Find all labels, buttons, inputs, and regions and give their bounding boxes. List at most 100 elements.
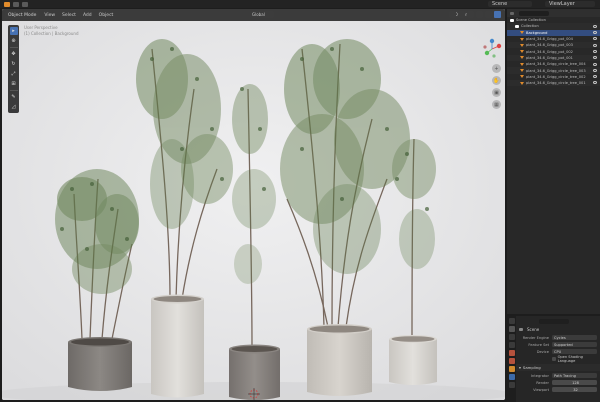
render-engine-row: Render Engine Cycles <box>519 334 597 341</box>
visibility-eye-icon[interactable] <box>593 62 597 66</box>
world-tab-icon[interactable] <box>508 358 515 364</box>
outliner-item-label: plant_34.6_Grigg_pot_004 <box>526 37 573 42</box>
outliner-item-label: plant_34.6_Grigg_circle_tree_003 <box>526 68 586 73</box>
integrator-label: Integrator <box>530 373 549 378</box>
scene-collection-icon <box>510 18 514 22</box>
viewport-header: Object Mode View Select Add Object Globa… <box>2 9 505 21</box>
object-icon <box>520 50 524 54</box>
visibility-eye-icon[interactable] <box>593 75 597 79</box>
transform-icon[interactable]: ⊞ <box>10 80 18 88</box>
zoom-icon[interactable]: + <box>492 64 501 73</box>
sampling-section-header[interactable]: ▾ Sampling <box>516 364 600 371</box>
outliner-search-input[interactable] <box>519 10 549 16</box>
constraint-tab-icon[interactable] <box>508 382 515 388</box>
integrator-row: Integrator Path Tracing <box>519 372 597 379</box>
viewport-samples-field[interactable]: 32 <box>552 387 597 392</box>
visibility-eye-icon[interactable] <box>593 31 597 35</box>
menu-object[interactable]: Object <box>97 13 116 18</box>
visibility-eye-icon[interactable] <box>593 81 597 85</box>
scene-icon <box>519 327 523 331</box>
render-samples-row: Render 128 <box>519 379 597 386</box>
visibility-eye-icon[interactable] <box>593 56 597 60</box>
outliner-item-label: plant_34.6_Grigg_pot_001 <box>526 55 573 60</box>
visibility-eye-icon[interactable] <box>593 68 597 72</box>
rotate-icon[interactable]: ↻ <box>10 60 18 68</box>
pause-icon[interactable] <box>22 1 28 7</box>
material-shading-icon[interactable] <box>485 11 492 18</box>
osl-checkbox[interactable] <box>552 356 556 361</box>
play-icon[interactable] <box>13 1 19 7</box>
object-icon <box>520 75 524 79</box>
3d-viewport[interactable]: Object Mode View Select Add Object Globa… <box>2 9 505 400</box>
overlay-icon[interactable] <box>449 11 456 18</box>
visibility-eye-icon[interactable] <box>593 37 597 41</box>
collection-icon <box>515 24 519 28</box>
active-object-info: (1) Collection | Background <box>24 31 79 36</box>
viewport-navigation: + ✋ ▣ ▦ <box>492 64 501 109</box>
navigation-gizmo-icon[interactable] <box>480 37 504 61</box>
integrator-dropdown[interactable]: Path Tracing <box>552 373 597 378</box>
view-layer-selector[interactable]: ViewLayer <box>545 1 595 7</box>
properties-search-input[interactable] <box>539 318 569 324</box>
visibility-eye-icon[interactable] <box>593 49 597 53</box>
outliner-item-label: plant_34.6_Grigg_circle_tree_002 <box>526 74 586 79</box>
object-icon <box>520 37 524 41</box>
toolbar-separator <box>9 47 18 48</box>
measure-icon[interactable]: ◿ <box>10 103 18 111</box>
wireframe-shading-icon[interactable] <box>467 11 474 18</box>
object-icon <box>520 69 524 73</box>
modifier-tab-icon[interactable] <box>508 374 515 380</box>
menu-add[interactable]: Add <box>81 13 94 18</box>
outliner-item-label: plant_34.6_Grigg_pot_003 <box>526 43 573 48</box>
move-icon[interactable]: ✥ <box>10 50 18 58</box>
outliner-editor-icon[interactable] <box>510 11 514 15</box>
editor-type-icon[interactable] <box>4 1 10 7</box>
perspective-toggle-icon[interactable]: ▦ <box>492 100 501 109</box>
shading-buttons <box>449 11 501 18</box>
device-dropdown[interactable]: CPU <box>552 349 597 354</box>
scene-collection-label: Scene Collection <box>516 18 546 23</box>
visibility-eye-icon[interactable] <box>593 43 597 47</box>
chevron-down-icon: ▾ <box>519 365 521 370</box>
properties-content: Scene Render Engine Cycles Feature Set S… <box>516 316 600 402</box>
transform-orientation-dropdown[interactable]: Global <box>250 11 274 18</box>
feature-set-dropdown[interactable]: Supported <box>552 342 597 347</box>
rendered-shading-icon[interactable] <box>494 11 501 18</box>
cursor-icon[interactable]: ⊕ <box>10 37 18 45</box>
visibility-eye-icon[interactable] <box>593 24 597 28</box>
xray-icon[interactable] <box>458 11 465 18</box>
view-layer-name: ViewLayer <box>549 1 575 7</box>
tool-tab-icon[interactable] <box>508 318 515 324</box>
scene-tab-icon[interactable] <box>508 350 515 356</box>
object-mode-dropdown[interactable]: Object Mode <box>5 11 40 19</box>
viewport-samples-label: Viewport <box>533 387 549 392</box>
scene-name: Scene <box>492 1 508 7</box>
object-icon <box>520 62 524 66</box>
object-icon <box>520 31 524 35</box>
transform-orientation-label: Global <box>252 12 265 17</box>
menu-view[interactable]: View <box>42 13 57 18</box>
osl-row: Open Shading Language <box>519 354 597 363</box>
annotate-icon[interactable]: ✎ <box>10 93 18 101</box>
scale-icon[interactable]: ⤢ <box>10 70 18 78</box>
outliner-panel: Scene Collection Collection Background p… <box>507 9 600 314</box>
outliner-item[interactable]: plant_34.6_Grigg_circle_tree_001 <box>507 79 600 87</box>
render-engine-dropdown[interactable]: Cycles <box>552 335 597 340</box>
scene-selector[interactable]: Scene <box>488 1 532 7</box>
context-scene-label: Scene <box>527 326 540 332</box>
viewport-samples-row: Viewport 32 <box>519 386 597 393</box>
pan-icon[interactable]: ✋ <box>492 76 501 85</box>
camera-view-icon[interactable]: ▣ <box>492 88 501 97</box>
viewport-overlay-info: User Perspective (1) Collection | Backgr… <box>24 25 78 37</box>
toolbar-separator <box>9 90 18 91</box>
view-layer-tab-icon[interactable] <box>508 342 515 348</box>
render-tab-icon[interactable] <box>508 326 515 332</box>
select-box-icon[interactable]: ▸ <box>9 27 18 35</box>
osl-label: Open Shading Language <box>557 354 583 363</box>
render-samples-field[interactable]: 128 <box>552 380 597 385</box>
menu-select[interactable]: Select <box>60 13 78 18</box>
solid-shading-icon[interactable] <box>476 11 483 18</box>
render-engine-label: Render Engine <box>522 335 549 340</box>
output-tab-icon[interactable] <box>508 334 515 340</box>
object-tab-icon[interactable] <box>508 366 515 372</box>
